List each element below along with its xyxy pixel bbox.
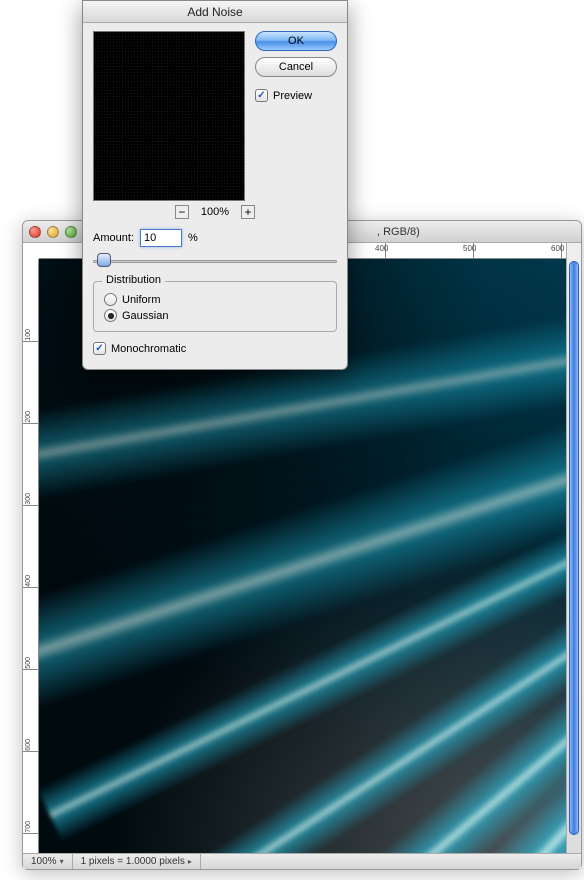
monochromatic-checkbox[interactable] <box>93 342 106 355</box>
ruler-v-label: 300 <box>25 493 32 505</box>
ruler-h-label: 400 <box>375 244 388 253</box>
preview-checkbox[interactable] <box>255 89 268 102</box>
ruler-h-label: 600 <box>551 244 564 253</box>
ruler-v-label: 400 <box>25 575 32 587</box>
scrollbar-thumb[interactable] <box>569 261 579 835</box>
slider-thumb[interactable] <box>97 253 111 267</box>
status-zoom-value: 100% <box>31 856 57 867</box>
add-noise-dialog: Add Noise OK Cancel Preview − 100% + Amo… <box>82 0 348 370</box>
zoom-icon[interactable] <box>65 226 77 238</box>
ok-button[interactable]: OK <box>255 31 337 51</box>
status-info-value: 1 pixels = 1.0000 pixels <box>81 856 185 867</box>
monochromatic-label: Monochromatic <box>111 343 186 355</box>
uniform-label: Uniform <box>122 294 161 306</box>
gaussian-label: Gaussian <box>122 310 168 322</box>
amount-slider[interactable] <box>93 253 337 269</box>
amount-unit: % <box>188 232 198 244</box>
preview-checkbox-row[interactable]: Preview <box>255 89 337 102</box>
amount-label: Amount: <box>93 232 134 244</box>
zoom-in-button[interactable]: + <box>241 205 255 219</box>
amount-input[interactable] <box>140 229 182 247</box>
uniform-radio-row[interactable]: Uniform <box>104 293 326 306</box>
zoom-out-button[interactable]: − <box>175 205 189 219</box>
ruler-v-label: 500 <box>25 657 32 669</box>
ruler-v-label: 600 <box>25 739 32 751</box>
close-icon[interactable] <box>29 226 41 238</box>
distribution-legend: Distribution <box>102 274 165 286</box>
cancel-button[interactable]: Cancel <box>255 57 337 77</box>
document-title: , RGB/8) <box>377 226 420 238</box>
dialog-titlebar[interactable]: Add Noise <box>83 1 347 23</box>
zoom-percent: 100% <box>201 206 229 218</box>
preview-checkbox-label: Preview <box>273 90 312 102</box>
chevron-down-icon: ▾ <box>60 857 64 866</box>
monochromatic-row[interactable]: Monochromatic <box>93 342 337 355</box>
ruler-h-label: 500 <box>463 244 476 253</box>
noise-preview[interactable] <box>93 31 245 201</box>
dialog-title: Add Noise <box>187 5 242 19</box>
vertical-scrollbar[interactable] <box>566 243 581 853</box>
chevron-right-icon: ▸ <box>188 857 192 866</box>
slider-track <box>93 260 337 263</box>
traffic-lights <box>29 226 77 238</box>
uniform-radio[interactable] <box>104 293 117 306</box>
ruler-vertical[interactable]: 100 200 300 400 500 600 700 <box>23 259 39 853</box>
status-zoom[interactable]: 100% ▾ <box>23 854 73 869</box>
gaussian-radio-row[interactable]: Gaussian <box>104 309 326 322</box>
minimize-icon[interactable] <box>47 226 59 238</box>
status-bar: 100% ▾ 1 pixels = 1.0000 pixels ▸ <box>23 853 581 869</box>
ruler-v-label: 100 <box>25 329 32 341</box>
gaussian-radio[interactable] <box>104 309 117 322</box>
ruler-v-label: 200 <box>25 411 32 423</box>
ruler-v-label: 700 <box>25 821 32 833</box>
status-info[interactable]: 1 pixels = 1.0000 pixels ▸ <box>73 854 201 869</box>
distribution-fieldset: Distribution Uniform Gaussian <box>93 281 337 332</box>
